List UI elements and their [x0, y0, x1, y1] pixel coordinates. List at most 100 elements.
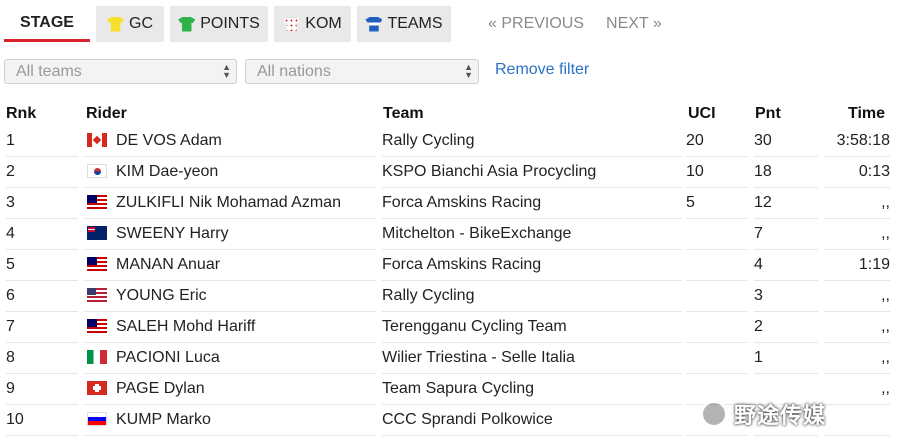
time-cell: ,,: [824, 188, 890, 219]
rider-cell: PACIONI Luca: [83, 343, 376, 374]
header-uci: UCI: [688, 105, 716, 122]
pnt-cell: 2: [754, 312, 818, 343]
team-link[interactable]: Mitchelton - BikeExchange: [382, 219, 682, 250]
rider-link[interactable]: PAGE Dylan: [116, 380, 205, 397]
rider-link[interactable]: SALEH Mohd Hariff: [116, 318, 255, 335]
rank-cell: 4: [6, 219, 78, 250]
rider-cell: PAGE Dylan: [83, 374, 376, 405]
select-arrows-icon: ▲ ▼: [222, 62, 231, 80]
team-link[interactable]: Rally Cycling: [382, 281, 682, 312]
rank-cell: 1: [6, 126, 78, 157]
rider-link[interactable]: SWEENY Harry: [116, 225, 229, 242]
rank-cell: 3: [6, 188, 78, 219]
time-cell: ,,: [824, 312, 890, 343]
italy-flag-icon: [87, 349, 107, 364]
rider-link[interactable]: YOUNG Eric: [116, 287, 207, 304]
rank-cell: 9: [6, 374, 78, 405]
header-time: Time: [848, 105, 886, 122]
tab-points[interactable]: POINTS: [170, 6, 268, 42]
team-link[interactable]: KSPO Bianchi Asia Procycling: [382, 157, 682, 188]
time-cell: ,,: [824, 374, 890, 405]
teams-select-value: All teams: [16, 63, 82, 80]
rider-link[interactable]: MANAN Anuar: [116, 256, 220, 273]
rider-cell: DE VOS Adam: [83, 126, 376, 157]
rider-cell: KUMP Marko: [83, 405, 376, 436]
slovenia-flag-icon: [87, 411, 107, 426]
table-row: 3 ZULKIFLI Nik Mohamad Azman Forca Amski…: [0, 188, 900, 219]
pnt-cell: 3: [754, 281, 818, 312]
rank-cell: 2: [6, 157, 78, 188]
tab-teams-label: TEAMS: [387, 15, 443, 32]
header-rnk: Rnk: [6, 105, 37, 122]
tab-stage[interactable]: STAGE: [4, 6, 90, 42]
time-cell: 3:58:18: [824, 126, 890, 157]
time-cell: ,,: [824, 343, 890, 374]
canada-flag-icon: [87, 132, 107, 147]
remove-filter-link[interactable]: Remove filter: [495, 61, 589, 79]
pnt-cell: 7: [754, 219, 818, 250]
team-link[interactable]: Forca Amskins Racing: [382, 188, 682, 219]
watermark-logo-icon: [700, 400, 728, 428]
uci-cell: 20: [686, 126, 748, 157]
table-row: 5 MANAN Anuar Forca Amskins Racing 4 1:1…: [0, 250, 900, 281]
select-arrows-icon: ▲ ▼: [464, 62, 473, 80]
time-cell: [824, 405, 890, 436]
table-row: 2 KIM Dae-yeon KSPO Bianchi Asia Procycl…: [0, 157, 900, 188]
watermark-text: 野途传媒: [734, 403, 827, 428]
rider-link[interactable]: KUMP Marko: [116, 411, 211, 428]
team-link[interactable]: Team Sapura Cycling: [382, 374, 682, 405]
table-row: 8 PACIONI Luca Wilier Triestina - Selle …: [0, 343, 900, 374]
green-jersey-icon: [178, 16, 196, 32]
team-link[interactable]: CCC Sprandi Polkowice: [382, 405, 682, 436]
team-link[interactable]: Rally Cycling: [382, 126, 682, 157]
team-link[interactable]: Forca Amskins Racing: [382, 250, 682, 281]
next-link[interactable]: NEXT »: [606, 15, 662, 33]
tab-teams[interactable]: TEAMS: [357, 6, 451, 42]
table-row: 4 SWEENY Harry Mitchelton - BikeExchange…: [0, 219, 900, 250]
rider-cell: MANAN Anuar: [83, 250, 376, 281]
rank-cell: 6: [6, 281, 78, 312]
rider-link[interactable]: DE VOS Adam: [116, 132, 222, 149]
uci-cell: [686, 250, 748, 281]
switzerland-flag-icon: [87, 380, 107, 395]
south-korea-flag-icon: [87, 163, 107, 178]
tab-kom-label: KOM: [305, 15, 342, 32]
blue-white-jersey-icon: [365, 16, 383, 32]
rider-cell: SALEH Mohd Hariff: [83, 312, 376, 343]
tab-gc[interactable]: GC: [96, 6, 164, 42]
usa-flag-icon: [87, 287, 107, 302]
teams-select[interactable]: All teams ▲ ▼: [4, 59, 237, 84]
time-cell: ,,: [824, 281, 890, 312]
time-cell: 1:19: [824, 250, 890, 281]
rank-cell: 5: [6, 250, 78, 281]
rider-link[interactable]: PACIONI Luca: [116, 349, 220, 366]
team-link[interactable]: Wilier Triestina - Selle Italia: [382, 343, 682, 374]
team-link[interactable]: Terengganu Cycling Team: [382, 312, 682, 343]
result-tabs: STAGE GC POINTS KOM TEAMS: [4, 6, 457, 42]
tab-kom[interactable]: KOM: [274, 6, 351, 42]
pnt-cell: 30: [754, 126, 818, 157]
rider-link[interactable]: ZULKIFLI Nik Mohamad Azman: [116, 194, 341, 211]
table-row: 6 YOUNG Eric Rally Cycling 3 ,,: [0, 281, 900, 312]
malaysia-flag-icon: [87, 194, 107, 209]
polka-dot-jersey-icon: [283, 16, 301, 32]
tab-stage-label: STAGE: [20, 13, 74, 31]
pnt-cell: 1: [754, 343, 818, 374]
uci-cell: [686, 219, 748, 250]
rider-cell: KIM Dae-yeon: [83, 157, 376, 188]
rider-cell: ZULKIFLI Nik Mohamad Azman: [83, 188, 376, 219]
malaysia-flag-icon: [87, 318, 107, 333]
rank-cell: 7: [6, 312, 78, 343]
uci-cell: 10: [686, 157, 748, 188]
rider-link[interactable]: KIM Dae-yeon: [116, 163, 218, 180]
nations-select-value: All nations: [257, 63, 331, 80]
previous-link[interactable]: « PREVIOUS: [488, 15, 584, 33]
time-cell: 0:13: [824, 157, 890, 188]
rider-cell: YOUNG Eric: [83, 281, 376, 312]
uci-cell: 5: [686, 188, 748, 219]
rank-cell: 10: [6, 405, 78, 436]
australia-flag-icon: [87, 225, 107, 240]
tab-gc-label: GC: [129, 15, 153, 32]
tab-points-label: POINTS: [200, 15, 260, 32]
nations-select[interactable]: All nations ▲ ▼: [245, 59, 479, 84]
